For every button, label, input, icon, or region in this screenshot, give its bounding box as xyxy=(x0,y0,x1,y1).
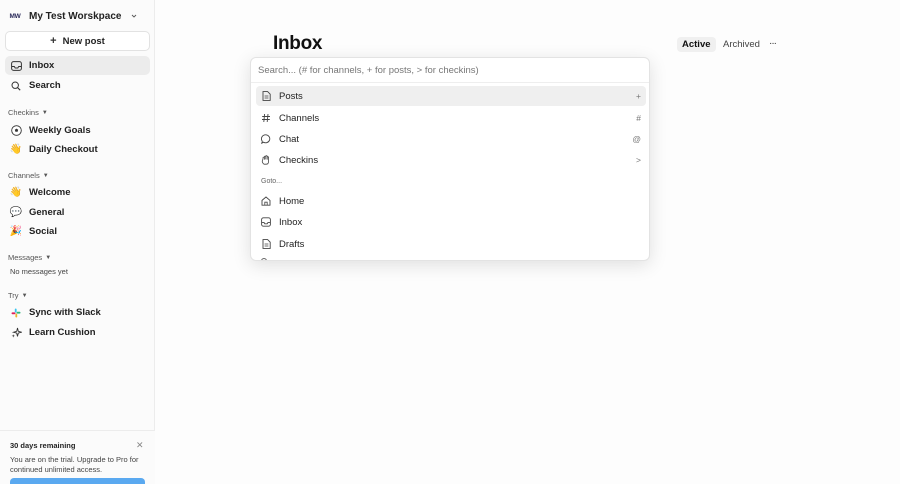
palette-item-label: Posts xyxy=(279,90,303,102)
trial-title: 30 days remaining xyxy=(10,441,76,450)
section-checkins[interactable]: Checkins ▼ xyxy=(8,108,48,117)
clipped-item-icon xyxy=(261,258,267,260)
sidebar-item-search[interactable]: Search xyxy=(5,76,150,95)
palette-group-label: Goto... xyxy=(261,178,283,185)
workspace-name: My Test Worskpace xyxy=(29,10,122,22)
sidebar-item-daily-checkout[interactable]: 👋 Daily Checkout xyxy=(5,140,150,159)
messages-empty-text: No messages yet xyxy=(10,267,68,276)
hand-icon xyxy=(261,155,271,165)
palette-item-home[interactable]: Home xyxy=(256,191,646,211)
command-search-input[interactable] xyxy=(251,58,649,83)
section-try[interactable]: Try ▼ xyxy=(8,291,28,300)
section-channels[interactable]: Channels ▼ xyxy=(8,171,49,180)
sidebar-item-label: Welcome xyxy=(29,187,71,198)
plus-icon: + xyxy=(50,35,57,47)
command-palette: Posts + Channels # Chat @ Checkins > Got… xyxy=(250,57,650,261)
palette-item-chat[interactable]: Chat @ xyxy=(256,129,646,149)
shortcut-hint: # xyxy=(636,113,641,123)
palette-item-posts[interactable]: Posts + xyxy=(256,86,646,106)
sidebar-item-learn-cushion[interactable]: Learn Cushion xyxy=(5,323,150,342)
inbox-icon xyxy=(261,217,271,227)
sidebar-item-label: Search xyxy=(29,80,61,91)
inbox-icon xyxy=(10,60,22,72)
waving-hand-icon: 👋 xyxy=(9,144,23,155)
soccer-ball-icon xyxy=(10,125,22,137)
page-title: Inbox xyxy=(273,33,323,54)
shortcut-hint: > xyxy=(636,155,641,165)
sidebar-item-inbox[interactable]: Inbox xyxy=(5,56,150,75)
home-icon xyxy=(261,196,271,206)
trial-body: You are on the trial. Upgrade to Pro for… xyxy=(10,455,139,474)
section-messages[interactable]: Messages ▼ xyxy=(8,253,51,262)
waving-hand-icon: 👋 xyxy=(9,187,23,198)
tab-archived[interactable]: Archived xyxy=(718,37,765,52)
palette-item-label: Drafts xyxy=(279,238,305,250)
sidebar-item-label: Weekly Goals xyxy=(29,125,91,136)
tab-active[interactable]: Active xyxy=(677,37,716,52)
caret-down-icon: ▼ xyxy=(41,109,48,116)
section-title: Checkins xyxy=(8,108,39,117)
palette-item-label: Channels xyxy=(279,112,320,124)
caret-down-icon: ▼ xyxy=(45,254,52,261)
speech-balloon-icon: 💬 xyxy=(9,207,23,218)
sidebar-item-label: General xyxy=(29,207,65,218)
sidebar-item-welcome[interactable]: 👋 Welcome xyxy=(5,183,150,202)
sidebar-item-sync-with-slack[interactable]: Sync with Slack xyxy=(5,303,150,322)
caret-down-icon: ▼ xyxy=(21,292,28,299)
palette-item-label: Checkins xyxy=(279,154,319,166)
party-popper-icon: 🎉 xyxy=(9,226,23,237)
document-icon xyxy=(261,239,271,249)
sidebar-item-label: Social xyxy=(29,226,57,237)
palette-item-inbox[interactable]: Inbox xyxy=(256,212,646,232)
palette-item-checkins[interactable]: Checkins > xyxy=(256,150,646,170)
chevron-down-icon xyxy=(132,14,137,18)
close-icon[interactable]: ✕ xyxy=(136,440,144,451)
new-post-button[interactable]: + New post xyxy=(5,31,150,51)
palette-item-label: Home xyxy=(279,195,305,207)
hash-icon xyxy=(261,113,271,123)
workspace-badge: MW xyxy=(9,12,21,20)
palette-item-drafts[interactable]: Drafts xyxy=(256,234,646,254)
shortcut-hint: @ xyxy=(632,134,641,144)
sidebar-item-general[interactable]: 💬 General xyxy=(5,203,150,222)
section-title: Channels xyxy=(8,171,40,180)
palette-item-channels[interactable]: Channels # xyxy=(256,108,646,128)
sidebar-item-label: Learn Cushion xyxy=(29,327,96,338)
section-title: Messages xyxy=(8,253,43,262)
sidebar: MW My Test Worskpace + New post Inbox Se… xyxy=(0,0,155,484)
new-post-label: New post xyxy=(62,35,105,47)
palette-item-label: Chat xyxy=(279,133,300,145)
search-icon xyxy=(10,80,22,92)
sidebar-item-label: Daily Checkout xyxy=(29,144,98,155)
upgrade-button[interactable] xyxy=(10,478,145,484)
more-options-icon[interactable]: ··· xyxy=(769,38,777,49)
sidebar-item-label: Inbox xyxy=(29,60,55,71)
palette-item-label: Inbox xyxy=(279,216,303,228)
caret-down-icon: ▼ xyxy=(42,172,49,179)
sidebar-item-social[interactable]: 🎉 Social xyxy=(5,222,150,241)
workspace-switcher[interactable]: MW My Test Worskpace xyxy=(8,8,137,24)
sidebar-item-weekly-goals[interactable]: Weekly Goals xyxy=(5,121,150,140)
document-icon xyxy=(261,91,271,101)
trial-banner: 30 days remaining ✕ You are on the trial… xyxy=(0,430,155,484)
chat-bubble-icon xyxy=(261,134,271,144)
sparkle-icon xyxy=(10,327,22,339)
section-title: Try xyxy=(8,291,19,300)
shortcut-hint: + xyxy=(636,91,641,101)
sidebar-item-label: Sync with Slack xyxy=(29,307,101,318)
slack-icon xyxy=(10,307,22,319)
